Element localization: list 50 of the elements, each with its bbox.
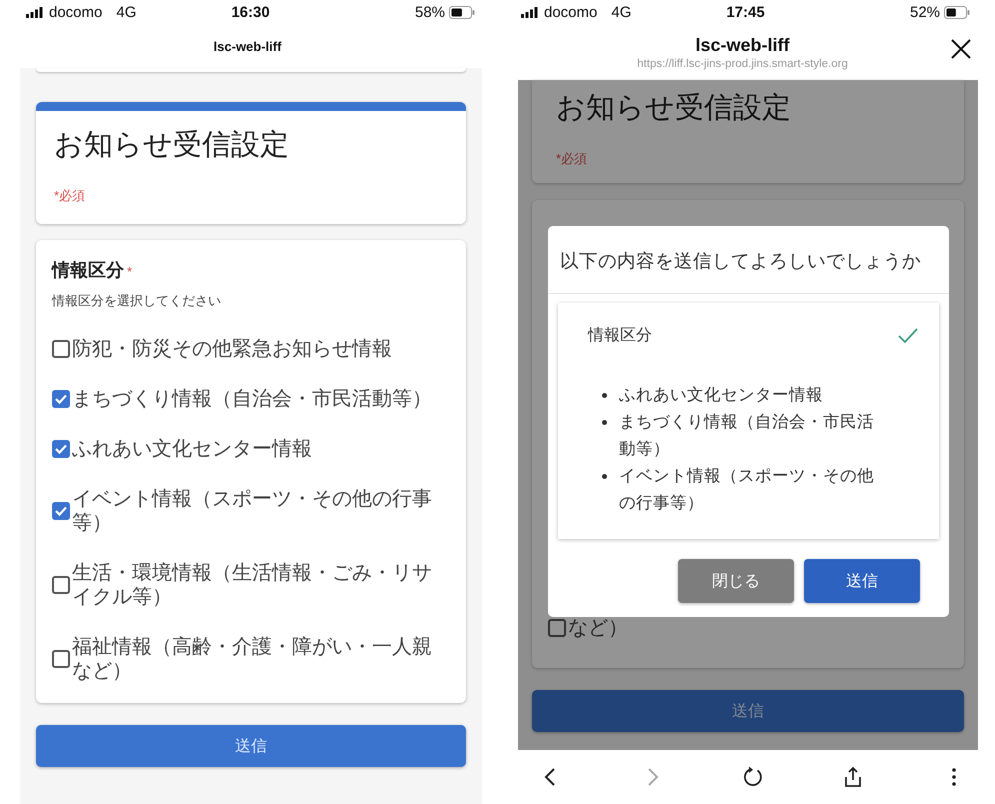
form-title: お知らせ受信設定 xyxy=(54,128,290,163)
required-note: *必須 xyxy=(556,150,588,168)
summary-label: 情報区分 xyxy=(588,326,652,346)
checkbox[interactable] xyxy=(52,440,70,458)
checkbox[interactable] xyxy=(52,650,70,668)
close-button[interactable]: 閉じる xyxy=(678,559,794,603)
battery-icon xyxy=(449,6,476,18)
network-type: 4G xyxy=(611,4,632,20)
send-button[interactable]: 送信 xyxy=(804,559,920,603)
bullet-icon xyxy=(602,393,607,398)
checkbox[interactable] xyxy=(52,576,70,594)
dialog-title: 以下の内容を送信してよろしいでしょうか xyxy=(548,226,949,294)
page-url: https://liff.lsc-jins-prod.jins.smart-style.org xyxy=(637,58,848,70)
question-label: 情報区分 xyxy=(52,260,124,280)
page-title: lsc-web-liff xyxy=(214,38,282,54)
summary-item: ふれあい文化センター情報 xyxy=(619,385,824,406)
bullet-icon xyxy=(602,420,607,425)
submit-button[interactable]: 送信 xyxy=(532,690,964,732)
checkbox[interactable] xyxy=(52,502,70,520)
carrier-name: docomo xyxy=(49,4,102,20)
option-label: イベント情報（スポーツ・その他の行事等） xyxy=(72,487,433,535)
option-label: など） xyxy=(568,616,629,640)
option-label: ふれあい文化センター情報 xyxy=(72,437,313,461)
battery-icon xyxy=(944,6,970,18)
page-title: lsc-web-liff xyxy=(695,34,790,56)
signal-icon xyxy=(26,6,43,18)
option-label: 福祉情報（高齢・介護・障がい・一人親など） xyxy=(72,635,433,683)
close-icon[interactable] xyxy=(950,38,972,60)
battery-percent: 52% xyxy=(910,4,940,20)
required-mark: * xyxy=(127,264,132,279)
summary-item: イベント情報（スポーツ・その他の行事等） xyxy=(619,466,875,514)
carrier-name: docomo xyxy=(544,4,598,20)
summary-item: まちづくり情報（自治会・市民活動等） xyxy=(619,412,875,460)
form-title: お知らせ受信設定 xyxy=(556,91,792,126)
network-type: 4G xyxy=(116,4,136,20)
bullet-icon xyxy=(602,474,607,479)
signal-icon xyxy=(521,6,538,18)
submit-button[interactable]: 送信 xyxy=(36,725,466,767)
checkbox[interactable] xyxy=(548,619,566,637)
clock-time: 16:30 xyxy=(231,4,270,20)
question-help: 情報区分を選択してください xyxy=(52,292,222,310)
checkbox[interactable] xyxy=(52,390,70,408)
clock-time: 17:45 xyxy=(726,4,765,20)
option-label: 生活・環境情報（生活情報・ごみ・リサイクル等） xyxy=(72,561,433,609)
battery-percent: 58% xyxy=(414,4,446,20)
check-icon xyxy=(897,326,919,344)
option-label: まちづくり情報（自治会・市民活動等） xyxy=(72,387,433,411)
checkbox[interactable] xyxy=(52,340,70,358)
option-label: 防犯・防災その他緊急お知らせ情報 xyxy=(72,337,393,361)
required-note: *必須 xyxy=(54,187,86,205)
